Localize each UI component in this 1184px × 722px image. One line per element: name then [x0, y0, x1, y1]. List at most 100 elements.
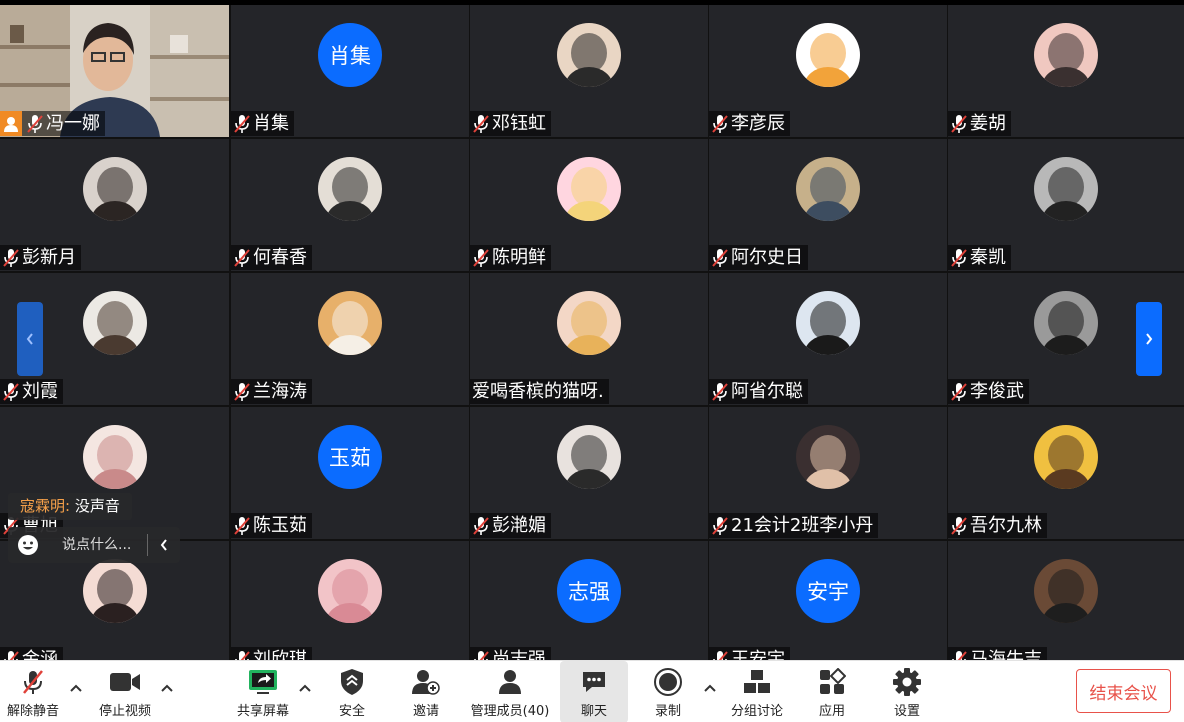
apps-icon [820, 668, 846, 694]
participant-name-tag: 何春香 [231, 245, 312, 270]
participant-tile[interactable]: 姜胡 [948, 5, 1184, 137]
previous-page-button[interactable] [17, 302, 43, 376]
chat-notification[interactable]: 寇霖明: 没声音 [8, 493, 132, 520]
participant-name: 兰海涛 [253, 381, 307, 402]
participant-tile[interactable]: 爱喝香槟的猫呀. [470, 273, 708, 405]
participant-name-tag: 21会计2班李小丹 [709, 513, 879, 538]
share-screen-button[interactable]: 共享屏幕 [232, 661, 294, 722]
participant-name: 刘欣琪 [253, 649, 307, 660]
participant-name-tag: 金涵 [0, 647, 63, 660]
participant-name: 21会计2班李小丹 [731, 515, 874, 536]
participant-avatar [1034, 425, 1098, 489]
participant-tile[interactable]: 志强 尚志强 [470, 541, 708, 660]
participant-avatar [1034, 559, 1098, 623]
add-user-icon [412, 670, 440, 695]
microphone-muted-icon [233, 114, 251, 134]
participant-tile[interactable]: 21会计2班李小丹 [709, 407, 947, 539]
participant-tile[interactable]: 安宇 王安宇 [709, 541, 947, 660]
share-screen-label: 共享屏幕 [236, 704, 289, 719]
participant-tile[interactable]: 陈明鲜 [470, 139, 708, 271]
share-screen-icon [249, 670, 277, 694]
invite-button[interactable]: 邀请 [404, 661, 448, 722]
participant-name-tag: 肖集 [231, 111, 294, 136]
participant-name: 何春香 [253, 247, 307, 268]
end-meeting-button[interactable]: 结束会议 [1076, 669, 1171, 713]
microphone-muted-icon [950, 248, 968, 268]
participant-tile[interactable]: 肖集 肖集 [231, 5, 469, 137]
participant-name: 金涵 [22, 649, 58, 660]
meeting-window: 冯一娜 肖集 肖集 邓钰虹 李彦辰 姜胡 彭新月 何春香 陈明鲜 阿尔史日 秦凯 刘霞 兰海涛 爱喝香槟的… [0, 0, 1184, 722]
next-page-button[interactable] [1136, 302, 1162, 376]
breakout-rooms-button[interactable]: 分组讨论 [726, 661, 788, 722]
participant-tile[interactable]: 玉茹 陈玉茹 [231, 407, 469, 539]
stop-video-button[interactable]: 停止视频 [92, 661, 158, 722]
breakout-rooms-icon [744, 670, 770, 693]
record-icon [654, 668, 682, 696]
video-camera-icon [110, 673, 140, 691]
chat-input[interactable]: 说点什么... [48, 534, 148, 556]
participant-tile[interactable]: 何春香 [231, 139, 469, 271]
participant-avatar [796, 157, 860, 221]
participant-name-tag: 刘霞 [0, 379, 63, 404]
security-button[interactable]: 安全 [330, 661, 374, 722]
participant-name: 马海牛吉 [970, 649, 1042, 660]
participant-tile[interactable]: 吾尔九林 [948, 407, 1184, 539]
participant-tile[interactable]: 李彦辰 [709, 5, 947, 137]
participant-avatar [796, 291, 860, 355]
participant-avatar [1034, 23, 1098, 87]
microphone-muted-icon [233, 382, 251, 402]
participant-name-tag: 爱喝香槟的猫呀. [470, 379, 609, 404]
participant-name-tag: 冯一娜 [0, 111, 105, 136]
participant-name-tag: 李俊武 [948, 379, 1029, 404]
settings-button[interactable]: 设置 [885, 661, 929, 722]
participant-tile[interactable]: 彭滟媚 [470, 407, 708, 539]
participant-name-tag: 刘欣琪 [231, 647, 312, 660]
participant-name-tag: 彭滟媚 [470, 513, 551, 538]
participant-tile[interactable]: 阿尔史日 [709, 139, 947, 271]
participant-avatar: 肖集 [318, 23, 382, 87]
participant-avatar: 安宇 [796, 559, 860, 623]
participant-tile[interactable]: 彭新月 [0, 139, 229, 271]
participant-tile[interactable]: 兰海涛 [231, 273, 469, 405]
participant-avatar [318, 559, 382, 623]
participant-name: 邓钰虹 [492, 113, 546, 134]
share-options-caret-icon[interactable] [297, 681, 313, 697]
apps-button[interactable]: 应用 [810, 661, 854, 722]
participant-name: 刘霞 [22, 381, 58, 402]
participant-avatar [83, 291, 147, 355]
participant-avatar [83, 157, 147, 221]
participant-name: 李彦辰 [731, 113, 785, 134]
participant-tile[interactable]: 冯一娜 [0, 5, 229, 137]
participant-tile[interactable]: 马海牛吉 [948, 541, 1184, 660]
microphone-muted-icon [472, 650, 490, 660]
gear-icon [893, 668, 921, 696]
record-button[interactable]: 录制 [646, 661, 690, 722]
participants-button[interactable]: 管理成员(40) [470, 661, 550, 722]
participant-name-tag: 陈玉茹 [231, 513, 312, 538]
audio-options-caret-icon[interactable] [68, 681, 84, 697]
emoji-button[interactable] [8, 527, 48, 563]
participant-tile[interactable]: 阿省尔聪 [709, 273, 947, 405]
record-options-caret-icon[interactable] [702, 681, 718, 697]
quick-chat-bar: 说点什么... [8, 527, 180, 563]
participant-name: 秦凯 [970, 247, 1006, 268]
participant-avatar [83, 425, 147, 489]
participant-tile[interactable]: 秦凯 [948, 139, 1184, 271]
unmute-button[interactable]: 解除静音 [2, 661, 64, 722]
participant-name-tag: 阿省尔聪 [709, 379, 808, 404]
chat-message: 没声音 [74, 497, 120, 515]
microphone-muted-icon [711, 248, 729, 268]
microphone-muted-icon [472, 516, 490, 536]
participant-tile[interactable]: 刘欣琪 [231, 541, 469, 660]
participant-name: 李俊武 [970, 381, 1024, 402]
participant-name: 爱喝香槟的猫呀. [472, 381, 604, 402]
participant-name: 阿尔史日 [731, 247, 803, 268]
participant-tile[interactable]: 邓钰虹 [470, 5, 708, 137]
chat-button[interactable]: 聊天 [560, 661, 628, 722]
video-options-caret-icon[interactable] [159, 681, 175, 697]
chevron-left-icon [160, 539, 167, 551]
chevron-left-icon [26, 333, 33, 345]
participant-avatar [1034, 291, 1098, 355]
participants-icon [499, 670, 521, 694]
collapse-chat-button[interactable] [148, 527, 180, 563]
